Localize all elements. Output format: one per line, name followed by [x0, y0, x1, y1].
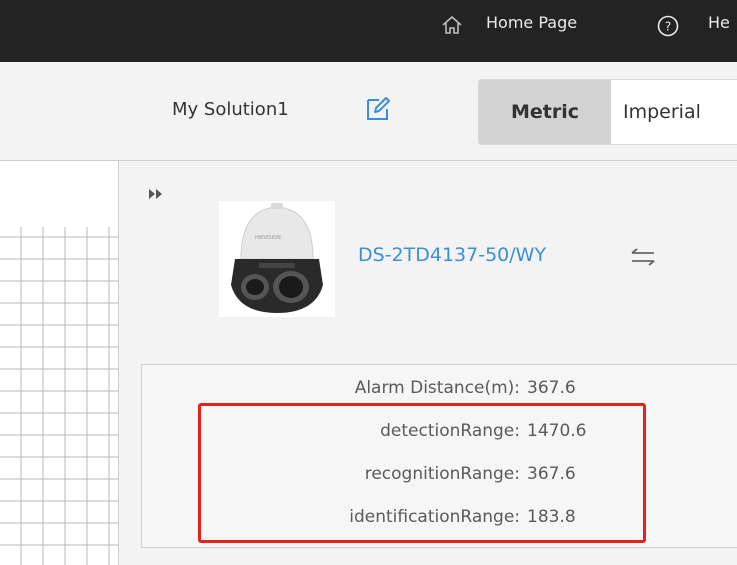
home-page-link[interactable]: Home Page: [486, 13, 577, 32]
device-detail-panel: HIKVISION DS-2TD4137-50/WY Alarm Distanc…: [119, 161, 737, 565]
map-grid-panel[interactable]: [0, 161, 119, 565]
metric-button[interactable]: Metric: [479, 80, 611, 144]
spec-label: Alarm Distance(m):: [354, 378, 520, 398]
camera-image: HIKVISION: [219, 201, 335, 317]
svg-text:HIKVISION: HIKVISION: [255, 235, 281, 241]
unit-toggle: Metric Imperial: [478, 79, 737, 145]
device-model-link[interactable]: DS-2TD4137-50/WY: [358, 244, 546, 266]
spec-value: 367.6: [527, 378, 576, 398]
solution-name: My Solution1: [172, 99, 289, 120]
top-navigation-bar: Home Page ? He: [0, 0, 737, 62]
highlight-box: [198, 403, 646, 543]
expand-icon[interactable]: [148, 187, 164, 201]
edit-icon[interactable]: [365, 96, 391, 122]
help-link[interactable]: He: [708, 13, 730, 32]
grid-canvas[interactable]: [0, 227, 118, 565]
range-specs-box: Alarm Distance(m): 367.6 detectionRange:…: [141, 364, 737, 548]
imperial-button[interactable]: Imperial: [611, 80, 737, 144]
svg-text:?: ?: [665, 20, 671, 34]
swap-icon[interactable]: [630, 248, 656, 266]
home-icon[interactable]: [441, 14, 463, 36]
solution-toolbar: My Solution1 Metric Imperial: [0, 62, 737, 161]
help-icon[interactable]: ?: [657, 15, 679, 37]
